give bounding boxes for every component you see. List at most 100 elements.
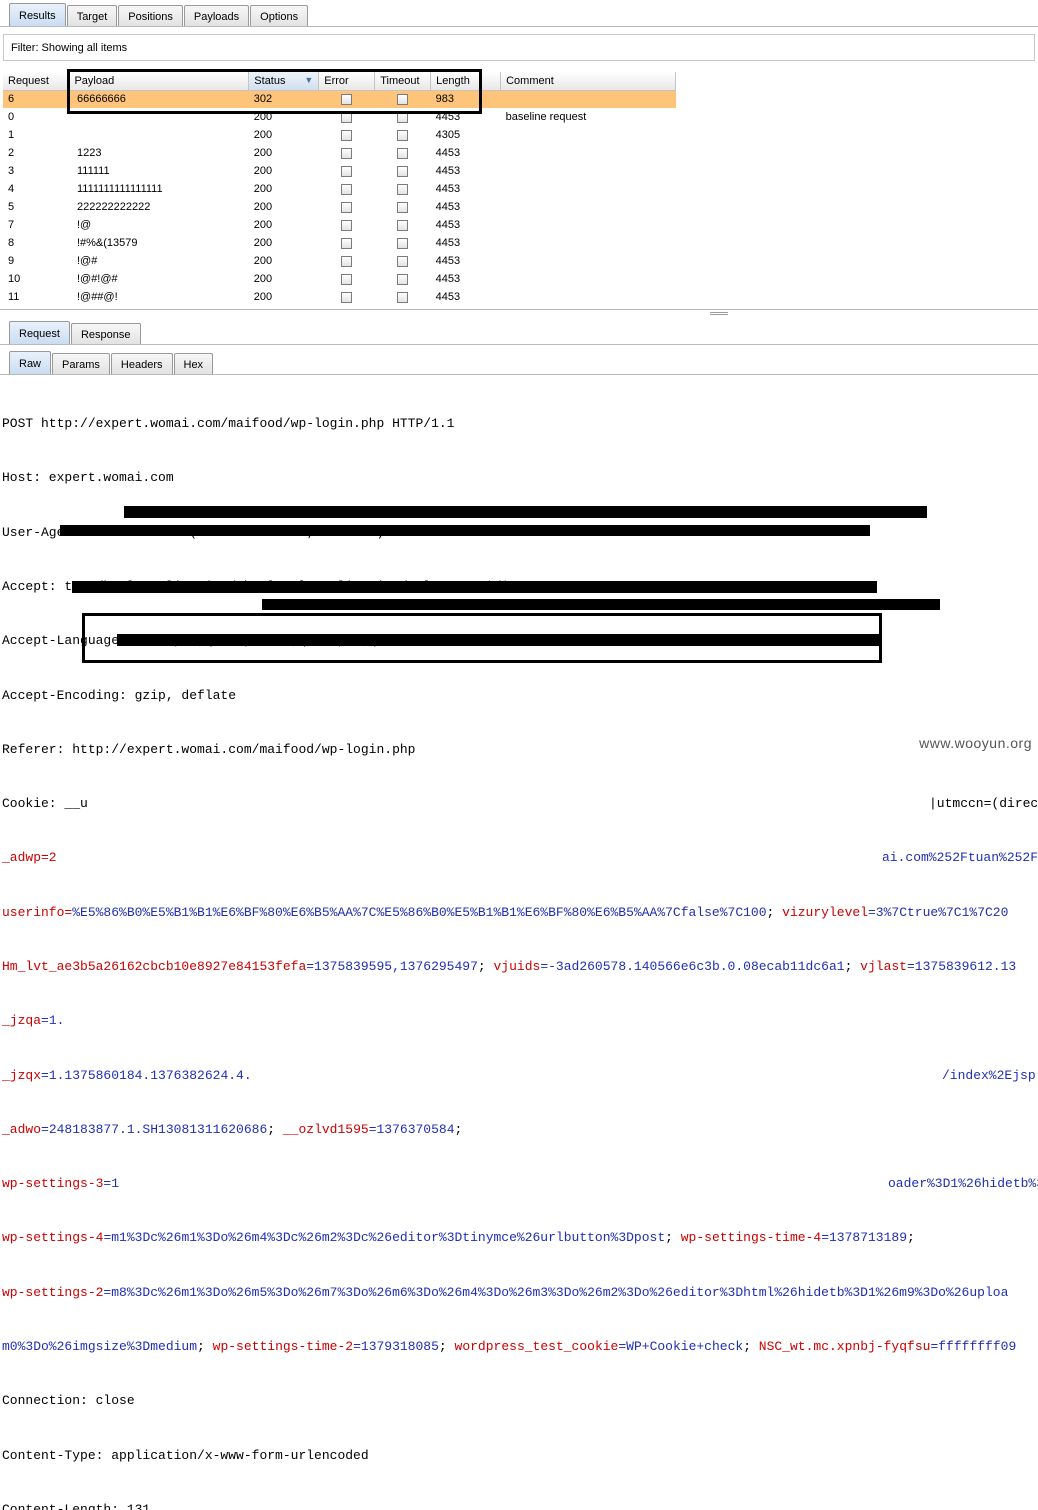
cell-payload: 1223 [76,147,102,159]
cookie-value: =1376370584 [368,1121,455,1137]
cell-comment [501,162,676,180]
table-row[interactable]: 2 1223 200 4453 [3,144,676,162]
redaction-bar [262,599,940,610]
cell-timeout [375,144,431,162]
redaction-bar [124,506,927,518]
cell-status: 200 [253,237,273,249]
tab-response[interactable]: Response [70,323,141,345]
intruder-tabbar: Results Target Positions Payloads Option… [0,2,309,27]
cell-comment [501,288,676,306]
cookie-value: =WP+Cookie+check [618,1338,744,1354]
header-cookie: Cookie: __u |utmccn=(direc [2,795,1038,813]
cell-length: 4453 [435,291,461,303]
cookie-value: =m1%3Dc%26m1%3Do%26m4%3Dc%26m2%3Dc%26edi… [103,1230,666,1246]
error-checkbox [341,129,353,141]
cell-timeout [375,234,431,252]
cell-comment [501,126,676,144]
cookie-key: __ozlvd1595 [282,1121,369,1137]
tab-params[interactable]: Params [52,353,110,375]
tab-headers[interactable]: Headers [110,353,173,375]
cell-comment: baseline request [505,111,587,123]
cookie-sep: ; [766,904,783,920]
cookie-key: wordpress_test_cookie [454,1338,619,1354]
cookie-key: wp-settings-3 [2,1176,104,1192]
error-checkbox [341,291,353,303]
cell-status: 200 [253,183,273,195]
table-row[interactable]: 7 !@ 200 4453 [3,216,676,234]
cookie-sep: ; [438,1338,455,1354]
cookie-key: _adwo [2,1121,42,1137]
redaction-bar [72,581,877,593]
header-accept-encoding: Accept-Encoding: gzip, deflate [2,687,237,703]
cookie-sep: ; [197,1338,213,1354]
cell-payload: !@#!@# [76,273,118,285]
cell-status: 200 [253,291,273,303]
table-row[interactable]: 9 !@# 200 4453 [3,252,676,270]
table-row[interactable]: 1 200 4305 [3,126,676,144]
splitter-handle[interactable] [710,312,728,315]
cookie-sep: ; [844,959,861,974]
tab-target[interactable]: Target [66,5,118,27]
table-row[interactable]: 8 !#%&(13579 200 4453 [3,234,676,252]
watermark: www.wooyun.org [919,735,1032,751]
cookie-sep: ; [743,1338,759,1354]
raw-request-editor[interactable]: POST http://expert.womai.com/maifood/wp-… [2,379,1038,1510]
cell-error [319,252,375,270]
cell-timeout [375,252,431,270]
cookie-value: =248183877.1.SH13081311620686 [41,1121,268,1137]
cell-timeout [375,162,431,180]
cell-length: 4305 [435,129,461,141]
cookie-sep: ; [267,1121,283,1137]
cell-payload: 1111111111111111 [76,183,163,195]
tab-payloads[interactable]: Payloads [183,5,250,27]
cell-length: 4453 [435,147,461,159]
timeout-checkbox [397,183,409,195]
column-comment[interactable]: Comment [500,72,676,91]
cookie-line-4: Hm_lvt_ae3b5a26162cbcb10e8927e84153fefa=… [2,958,1038,976]
cell-request: 6 [3,90,69,108]
cookie-adwp: _adwp=2 [2,850,57,866]
cell-length: 4453 [435,273,461,285]
tab-request[interactable]: Request [9,321,70,345]
cell-length: 4453 [435,183,461,195]
cookie-line-11: m0%3Do%26imgsize%3Dmedium; wp-settings-t… [2,1338,1038,1356]
cell-status: 200 [253,219,273,231]
cell-length: 4453 [435,237,461,249]
cookie-line-7: _adwo=248183877.1.SH13081311620686; __oz… [2,1121,1038,1139]
cookie-value-tail: /index%2Ejsp [942,1067,1036,1083]
cell-comment [501,180,676,198]
tabbar-divider [0,26,1038,27]
timeout-checkbox [397,255,409,267]
tab-results[interactable]: Results [9,3,66,27]
cell-request: 11 [8,291,20,303]
cell-comment [501,144,676,162]
cell-comment [500,90,676,108]
table-row[interactable]: 4 1111111111111111 200 4453 [3,180,676,198]
cell-request: 3 [8,165,15,177]
cookie-key: wp-settings-2 [2,1284,104,1300]
tab-hex[interactable]: Hex [173,353,214,375]
error-checkbox [341,273,353,285]
timeout-checkbox [397,273,409,285]
timeout-checkbox [397,147,409,159]
tab-positions[interactable]: Positions [118,5,183,27]
cookie-key: userinfo= [2,904,73,920]
column-request[interactable]: Request [3,72,70,91]
cell-timeout [375,288,431,306]
cookie-line-8: wp-settings-3=1 oader%3D1%26hidetb%3 [2,1175,1038,1193]
error-checkbox [341,219,353,231]
cell-request: 7 [8,219,15,231]
tab-options[interactable]: Options [250,5,309,27]
cookie-key: vjuids [493,959,541,974]
timeout-checkbox [397,291,409,303]
tab-raw[interactable]: Raw [9,351,52,375]
cookie-key: NSC_wt.mc.xpnbj-fyqfsu [758,1338,931,1354]
cell-error [319,216,375,234]
table-row[interactable]: 11 !@##@! 200 4453 [3,288,676,306]
filter-bar[interactable]: Filter: Showing all items [3,34,1035,61]
cell-error [319,162,375,180]
cell-payload: !@##@! [76,291,118,303]
table-row[interactable]: 3 111111 200 4453 [3,162,676,180]
table-row[interactable]: 10 !@#!@# 200 4453 [3,270,676,288]
table-row[interactable]: 5 222222222222 200 4453 [3,198,676,216]
